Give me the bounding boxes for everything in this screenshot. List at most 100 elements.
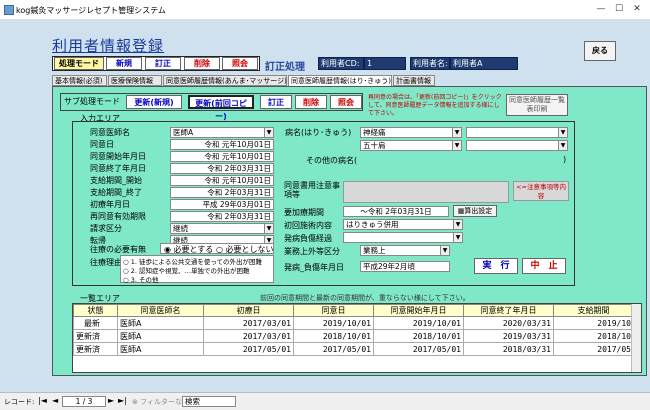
table-cell[interactable]: 更新済 bbox=[73, 342, 118, 356]
table-cell[interactable]: 2017/05 bbox=[553, 342, 634, 356]
plan-field[interactable]: ～令和 2年03月31日 bbox=[343, 206, 449, 217]
table-cell[interactable]: 医師A bbox=[117, 342, 204, 356]
disease-2-select[interactable]: 五十肩 ▼ bbox=[360, 140, 462, 151]
mode-new-button[interactable]: 新規 bbox=[106, 57, 142, 70]
consent-date-field[interactable]: 令和 元年10月01日 bbox=[170, 139, 274, 150]
sub-delete-button[interactable]: 削除 bbox=[295, 95, 327, 109]
notes-field[interactable] bbox=[343, 181, 509, 203]
minimize-icon[interactable]: — bbox=[594, 3, 608, 16]
table-row[interactable]: 最新 医師A 2017/03/01 2019/10/01 2019/10/01 2020/… bbox=[73, 316, 634, 330]
table-cell[interactable]: 2018/10 bbox=[553, 329, 634, 343]
table-cell[interactable]: 2019/03/31 bbox=[463, 329, 554, 343]
tab-basic[interactable]: 基本情報(必須) bbox=[52, 75, 107, 86]
calc-label: 算出設定 bbox=[464, 207, 493, 215]
table-cell[interactable]: 2019/10/01 bbox=[373, 316, 464, 330]
disease-1-select[interactable]: 神経痛 ▼ bbox=[360, 127, 462, 138]
history-print-button[interactable]: 同意医師履歴一覧表印刷 bbox=[506, 94, 568, 116]
table-cell[interactable]: 医師A bbox=[117, 329, 204, 343]
table-cell[interactable]: 2017/03/01 bbox=[203, 329, 294, 343]
table-row[interactable]: 更新済 医師A 2017/03/01 2018/10/01 2018/10/01 2019… bbox=[73, 329, 634, 343]
tab-insurance[interactable]: 医療保険情報 bbox=[108, 75, 162, 86]
onset-label: 発病負傷経過 bbox=[284, 234, 332, 243]
table-cell[interactable]: 2018/10/01 bbox=[373, 329, 464, 343]
work-select[interactable]: 業務上 ▼ bbox=[360, 245, 450, 256]
chevron-down-icon: ▼ bbox=[264, 224, 273, 233]
reconsent-field[interactable]: 令和 2年03月31日 bbox=[170, 211, 274, 222]
maximize-icon[interactable]: ☐ bbox=[612, 3, 626, 16]
pay-end-field[interactable]: 令和 2年03月31日 bbox=[170, 187, 274, 198]
tab-plan[interactable]: 計画書情報 bbox=[393, 75, 435, 86]
record-first-icon[interactable]: |◄ bbox=[38, 396, 47, 405]
col-pay-period[interactable]: 支給期間 bbox=[553, 304, 634, 317]
notes-hint-button[interactable]: <=注意事項等内容 bbox=[513, 181, 569, 201]
table-cell[interactable]: 2019/10/01 bbox=[293, 316, 374, 330]
table-cell[interactable]: 最新 bbox=[73, 316, 118, 330]
first-date-field[interactable]: 平成 29年03月01日 bbox=[170, 199, 274, 210]
search-field[interactable]: 検索 bbox=[182, 396, 236, 407]
chevron-down-icon: ▼ bbox=[558, 128, 567, 137]
table-cell[interactable]: 更新済 bbox=[73, 329, 118, 343]
table-row[interactable]: 更新済 医師A 2017/05/01 2017/05/01 2017/05/01 2018… bbox=[73, 342, 634, 356]
chevron-down-icon: ▼ bbox=[452, 141, 461, 150]
col-first-date[interactable]: 初療日 bbox=[203, 304, 294, 317]
table-cell[interactable]: 2020/03/31 bbox=[463, 316, 554, 330]
onset-date-label: 発病_負傷年月日 bbox=[284, 263, 344, 272]
visit-label: 往療の必要有無 bbox=[90, 245, 146, 254]
visit-no-radio[interactable]: ○ 必要としない bbox=[216, 244, 274, 255]
end-date-field[interactable]: 令和 2年03月31日 bbox=[170, 163, 274, 174]
sub-view-button[interactable]: 照会 bbox=[330, 95, 362, 109]
other-disease-field[interactable] bbox=[368, 155, 564, 166]
claim-value: 継続 bbox=[173, 224, 188, 233]
cancel-button[interactable]: 中 止 bbox=[522, 258, 566, 274]
table-cell[interactable]: 医師A bbox=[117, 316, 204, 330]
sub-copy-button[interactable]: 更新(前回コピー) bbox=[188, 95, 254, 121]
claim-select[interactable]: 継続 ▼ bbox=[170, 223, 274, 234]
mode-edit-button[interactable]: 訂正 bbox=[145, 57, 181, 70]
table-cell[interactable]: 2017/05/01 bbox=[293, 342, 374, 356]
user-cd-label: 利用者CD: bbox=[318, 57, 364, 70]
reconsent-label: 再同意有効期限 bbox=[90, 212, 146, 221]
disease-3-select[interactable]: ▼ bbox=[466, 127, 568, 138]
record-next-icon[interactable]: ► bbox=[108, 396, 114, 405]
col-status[interactable]: 状態 bbox=[73, 304, 118, 317]
record-last-icon[interactable]: ►| bbox=[118, 396, 127, 405]
calc-button[interactable]: ▦算出設定 bbox=[453, 205, 497, 217]
mode-delete-button[interactable]: 削除 bbox=[184, 57, 220, 70]
table-cell[interactable]: 2017/03/01 bbox=[203, 316, 294, 330]
sub-edit-button[interactable]: 訂正 bbox=[260, 95, 292, 109]
table-cell[interactable]: 2017/05/01 bbox=[373, 342, 464, 356]
run-button[interactable]: 実 行 bbox=[474, 258, 518, 274]
window-titlebar: kog鍼灸マッサージレセプト管理システム — ☐ ✕ bbox=[0, 0, 650, 20]
history-list: 状態 同意医師名 初療日 同意日 同意開始年月日 同意終了年月日 支給期間 最新… bbox=[72, 303, 642, 373]
table-cell[interactable]: 2017/05/01 bbox=[203, 342, 294, 356]
disease-4-select[interactable]: ▼ bbox=[466, 140, 568, 151]
record-counter[interactable]: 1 / 3 bbox=[62, 396, 106, 407]
doctor-select[interactable]: 医師A ▼ bbox=[170, 127, 274, 138]
col-consent-date[interactable]: 同意日 bbox=[293, 304, 374, 317]
record-prev-icon[interactable]: ◄ bbox=[52, 396, 58, 405]
onset-select[interactable]: ▼ bbox=[343, 232, 463, 243]
onset-date-field[interactable]: 平成29年2月頃 bbox=[360, 261, 450, 272]
filter-status[interactable]: ⊗ フィルターなし bbox=[132, 397, 189, 407]
visit-yes-radio[interactable]: ◉ 必要とする bbox=[164, 244, 213, 255]
reason-option-3[interactable]: ○ 3. その他 bbox=[123, 274, 159, 284]
col-start-date[interactable]: 同意開始年月日 bbox=[373, 304, 464, 317]
col-end-date[interactable]: 同意終了年月日 bbox=[463, 304, 554, 317]
pay-start-field[interactable]: 令和 元年10月01日 bbox=[170, 175, 274, 186]
claim-label: 請求区分 bbox=[90, 224, 122, 233]
list-scrollbar[interactable] bbox=[631, 304, 641, 372]
tab-massage-doctor[interactable]: 同意医師履歴情報(あんま･マッサージ) bbox=[163, 75, 287, 86]
first-content-select[interactable]: はりきゅう併用 ▼ bbox=[343, 219, 463, 230]
table-cell[interactable]: 2019/10 bbox=[553, 316, 634, 330]
close-icon[interactable]: ✕ bbox=[630, 3, 644, 16]
start-date-field[interactable]: 令和 元年10月01日 bbox=[170, 151, 274, 162]
sub-new-button[interactable]: 更新(新規) bbox=[126, 95, 182, 109]
user-name-value: 利用者A bbox=[450, 57, 518, 70]
mode-view-button[interactable]: 照会 bbox=[222, 57, 258, 70]
table-cell[interactable]: 2018/03/31 bbox=[463, 342, 554, 356]
col-doctor[interactable]: 同意医師名 bbox=[117, 304, 204, 317]
disease-label: 病名(はり･きゅう) bbox=[285, 128, 352, 137]
table-cell[interactable]: 2018/10/01 bbox=[293, 329, 374, 343]
other-disease-close: ) bbox=[563, 155, 567, 164]
back-button[interactable]: 戻る bbox=[584, 41, 616, 61]
